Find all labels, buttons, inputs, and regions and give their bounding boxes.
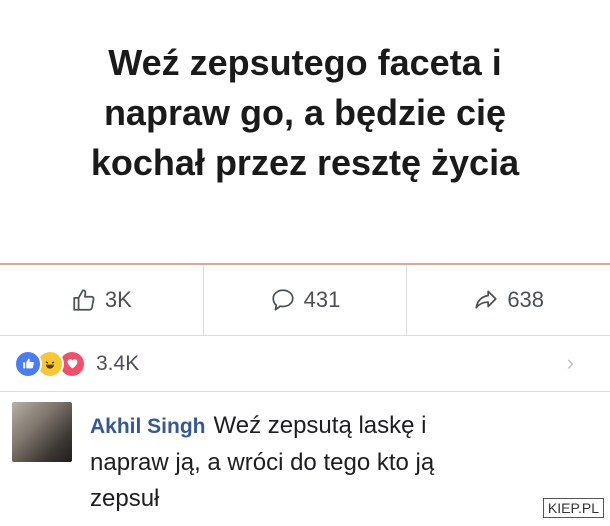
comment-count: 431 bbox=[303, 287, 341, 312]
share-button[interactable]: 638 bbox=[407, 265, 610, 335]
avatar[interactable] bbox=[12, 402, 72, 462]
share-icon bbox=[475, 290, 497, 309]
comment: Akhil Singh Weź zepsutą laskę i napraw ją… bbox=[0, 392, 610, 526]
share-count: 638 bbox=[507, 287, 545, 312]
action-bar: 3K 431 638 bbox=[0, 265, 610, 335]
watermark: KIEP.PL bbox=[542, 498, 604, 518]
post-text-line-3: kochał przez resztę życia bbox=[90, 142, 520, 183]
post-text-line-1: Weź zepsutego faceta i bbox=[108, 42, 502, 83]
reaction-icons bbox=[14, 349, 86, 378]
like-icon bbox=[14, 349, 42, 378]
comment-body: Akhil Singh Weź zepsutą laskę i napraw ją… bbox=[90, 408, 510, 517]
comment-author[interactable]: Akhil Singh bbox=[90, 415, 206, 438]
comment-icon bbox=[272, 289, 294, 311]
reactions-bar[interactable]: 3.4K › bbox=[0, 336, 610, 391]
chevron-right-icon[interactable]: › bbox=[567, 350, 574, 376]
post-text-line-2: napraw go, a będzie cię bbox=[103, 92, 507, 133]
thumbs-up-icon bbox=[73, 289, 95, 311]
reaction-count: 3.4K bbox=[96, 351, 140, 375]
like-count: 3K bbox=[104, 287, 132, 312]
post-text: Weź zepsutego faceta i napraw go, a będz… bbox=[0, 38, 610, 188]
like-button[interactable]: 3K bbox=[0, 265, 204, 335]
comment-button[interactable]: 431 bbox=[204, 265, 408, 335]
